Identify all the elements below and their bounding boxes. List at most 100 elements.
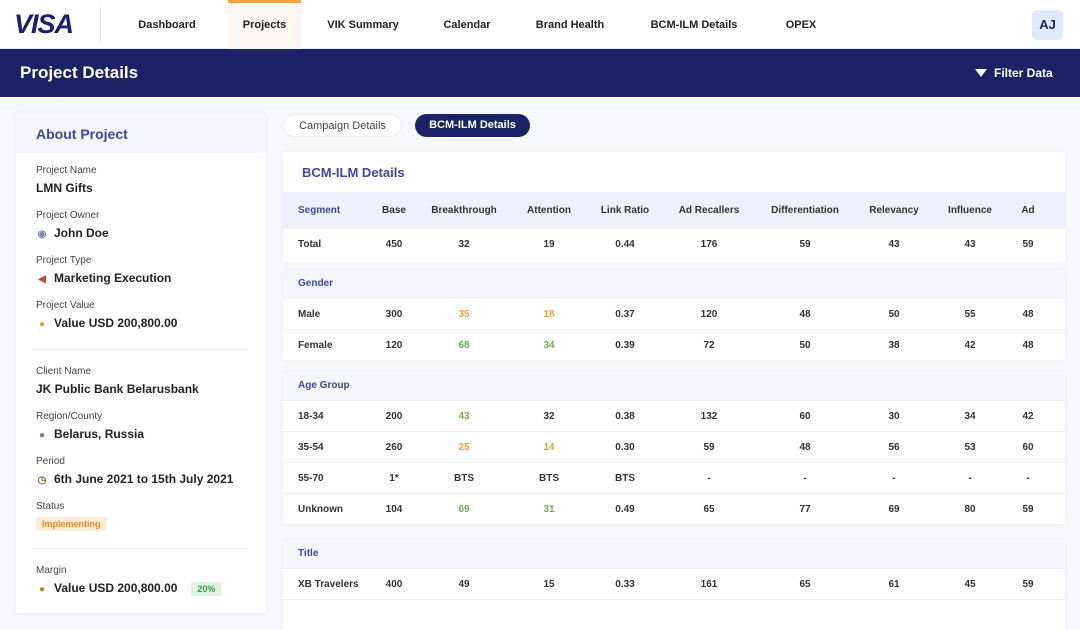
cell-influence: 34 (964, 410, 976, 422)
cell-differentiation: 50 (799, 339, 811, 351)
cell-differentiation: 65 (799, 578, 811, 590)
divider (32, 548, 248, 549)
margin-percent-badge: 20% (191, 582, 222, 596)
project-value-field: Project Value ● Value USD 200,800.00 (36, 300, 177, 330)
cell-relevancy: 43 (888, 238, 900, 250)
project-type-field: Project Type ◀ Marketing Execution (36, 255, 171, 285)
segment-cell: Total (298, 238, 322, 250)
value: Marketing Execution (54, 271, 172, 285)
cell-link-ratio: Link Ratio (600, 204, 650, 216)
value: 6th June 2021 to 15th July 2021 (54, 472, 234, 486)
cell-ad-recallers: 161 (700, 578, 718, 590)
cell-link-ratio: 0.30 (615, 441, 635, 453)
table-header: Segment Base Breakthrough Attention Link Rat… (283, 192, 1065, 228)
cell-link-ratio: 0.39 (615, 339, 635, 351)
cell-ad-recallers: 72 (703, 339, 715, 351)
value: John Doe (54, 226, 109, 240)
page-banner: Project Details Filter Data (0, 49, 1080, 97)
cell-base: 400 (385, 578, 403, 590)
money-bag-icon: ● (38, 319, 46, 330)
client-name-field: Client Name JK Public Bank Belarusbank (36, 366, 199, 396)
cell-base: 120 (385, 339, 403, 351)
user-avatar[interactable]: AJ (1032, 10, 1063, 40)
cell-ad-recallers: Ad Recallers (678, 204, 740, 216)
nav-bcm-ilm-details[interactable]: BCM-ILM Details (644, 0, 744, 49)
value: Belarus, Russia (54, 427, 145, 441)
project-owner-field: Project Owner ◉ John Doe (36, 210, 109, 240)
tab-campaign-details[interactable]: Campaign Details (283, 114, 402, 137)
cell-attention: Attention (527, 204, 571, 216)
nav-dashboard[interactable]: Dashboard (128, 0, 206, 49)
table-row: Unknown 104 69 31 0.49 65 77 69 80 59 (283, 493, 1065, 524)
cell-breakthrough: 35 (458, 308, 470, 320)
cell-base: 200 (385, 410, 403, 422)
cell-attention: 34 (543, 339, 555, 351)
cell-differentiation: 48 (799, 441, 811, 453)
cell-link-ratio: 0.37 (615, 308, 635, 320)
cell-attention: 15 (543, 578, 555, 590)
label: Project Owner (36, 210, 100, 221)
label: Client Name (36, 366, 92, 377)
cell-link-ratio: 0.38 (615, 410, 635, 422)
tab-bcm-ilm-details[interactable]: BCM-ILM Details (415, 114, 530, 137)
segment-cell: Male (298, 308, 321, 320)
region-field: Region/County ● Belarus, Russia (36, 411, 144, 441)
table-row (283, 599, 1065, 630)
cell-relevancy: 38 (888, 339, 900, 351)
segment-cell: XB Travelers (298, 578, 359, 590)
cell-ad: 59 (1022, 503, 1034, 515)
label: Region/County (36, 411, 103, 422)
cell-ad-recallers: 65 (703, 503, 715, 515)
segment-cell: Unknown (298, 503, 343, 515)
user-icon: ◉ (37, 229, 47, 240)
table-row-total: Total 450 32 19 0.44 176 59 43 43 59 (283, 228, 1065, 259)
cell-relevancy: 69 (888, 503, 900, 515)
value: Value USD 200,800.00 (54, 316, 178, 330)
visa-logo[interactable]: VISA (14, 9, 74, 40)
table-row: XB Travelers 400 49 15 0.33 161 65 61 45 59 (283, 568, 1065, 599)
segment-cell: 55-70 (298, 472, 324, 484)
cell-ad-recallers: 59 (703, 441, 715, 453)
cell-influence: - (968, 472, 972, 484)
cell-base: 450 (385, 238, 403, 250)
group-title: Title XB Travelers 400 49 15 0.33 161 65 61 45 59 (283, 540, 1065, 630)
cell-base: 104 (385, 503, 403, 515)
cell-influence: 80 (964, 503, 976, 515)
cell-influence: 55 (964, 308, 976, 320)
cell-differentiation: 48 (799, 308, 811, 320)
nav-projects[interactable]: Projects (228, 0, 301, 49)
cell-base: 300 (385, 308, 403, 320)
cell-differentiation: Differentiation (771, 204, 839, 216)
cell-relevancy: - (892, 472, 896, 484)
filter-data-button[interactable]: Filter Data (975, 66, 1053, 80)
cell-ad: - (1026, 472, 1030, 484)
cell-ad: 59 (1022, 578, 1034, 590)
table-row: Male 300 35 18 0.37 120 48 50 55 48 (283, 298, 1065, 329)
period-field: Period ◷ 6th June 2021 to 15th July 2021 (36, 456, 233, 486)
label: Period (36, 456, 65, 467)
segment-cell: 18-34 (298, 410, 324, 422)
cell-ad: 42 (1022, 410, 1034, 422)
cell-base: 1* (389, 472, 399, 484)
page-title: Project Details (20, 63, 139, 82)
cell-influence: 45 (964, 578, 976, 590)
value: Value USD 200,800.00 (54, 581, 178, 595)
cell-influence: Influence (948, 204, 992, 216)
label: Margin (36, 565, 67, 576)
nav-opex[interactable]: OPEX (780, 0, 822, 49)
table-row: 35-54 260 25 14 0.30 59 48 56 53 60 (283, 431, 1065, 462)
group-age-group: Age Group 18-34 200 43 32 0.38 132 60 30 34 42 35-5… (283, 372, 1065, 524)
cell-attention: 18 (543, 308, 555, 320)
cell-breakthrough: 69 (458, 503, 470, 515)
label: Status (36, 501, 65, 512)
cell-ad: 48 (1022, 308, 1034, 320)
nav-calendar[interactable]: Calendar (435, 0, 499, 49)
group-gender: Gender Male 300 35 18 0.37 120 48 50 55 48 Female 12… (283, 270, 1065, 360)
cell-base: Base (382, 204, 406, 216)
group-label: Gender (283, 270, 1065, 298)
filter-icon (975, 69, 987, 77)
cell-relevancy: 50 (888, 308, 900, 320)
nav-brand-health[interactable]: Brand Health (530, 0, 610, 49)
label: Project Type (36, 255, 92, 266)
nav-vik-summary[interactable]: VIK Summary (322, 0, 404, 49)
